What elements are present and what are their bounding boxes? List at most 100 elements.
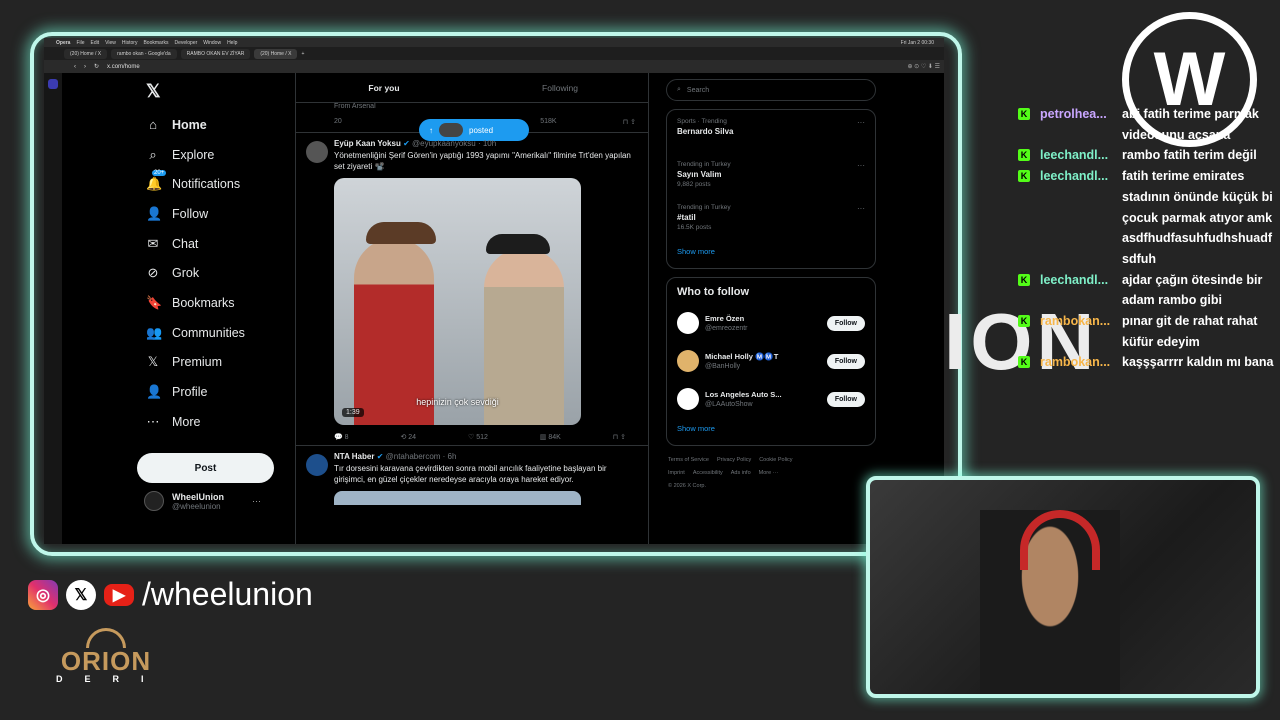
share-icon[interactable]: ⊓ ⇪ (613, 433, 626, 441)
nav-bookmarks[interactable]: 🔖 Bookmarks (142, 288, 312, 318)
menu-history[interactable]: History (122, 40, 138, 46)
menu-edit[interactable]: Edit (91, 40, 100, 46)
trend-name: Sayın Valim (677, 170, 722, 179)
footer-ads[interactable]: Ads info (731, 470, 751, 476)
more-icon[interactable]: ··· (252, 496, 261, 506)
menu-window[interactable]: Window (203, 40, 221, 46)
url-field[interactable]: x.com/home (107, 64, 899, 70)
workspace-icon[interactable] (48, 79, 58, 89)
x-logo-icon[interactable]: 𝕏 (146, 81, 312, 102)
footer-accessibility[interactable]: Accessibility (693, 470, 723, 476)
follow-suggestion[interactable]: Los Angeles Auto S... @LAAutoShow Follow (677, 380, 865, 418)
tab-3[interactable]: RAMBO OKAN EV ZİYAR (180, 48, 251, 59)
tab-1[interactable]: (20) Home / X (64, 48, 108, 59)
nav-premium-label: Premium (172, 355, 223, 370)
back-icon[interactable]: ‹ (74, 64, 76, 70)
tab-following[interactable]: Following (472, 73, 648, 102)
chat-text: rambo fatih terim değil (1122, 148, 1257, 163)
follow-suggestion[interactable]: Michael Holly Ⓜ️Ⓜ️T @BanHolly Follow (677, 342, 865, 380)
opera-sidebar (44, 73, 62, 544)
mail-icon: ✉ (147, 235, 159, 251)
tab-4[interactable]: (20) Home / X (254, 48, 298, 59)
nav-chat-label: Chat (172, 236, 199, 251)
more-icon[interactable]: ··· (857, 118, 865, 127)
chat-user: rambokan... (1040, 355, 1111, 370)
footer-privacy[interactable]: Privacy Policy (717, 457, 751, 463)
follow-button[interactable]: Follow (826, 353, 865, 369)
view-count[interactable]: 518K (540, 118, 556, 125)
video-player[interactable]: hepinizin çok sevdiği 1:39 (334, 178, 581, 425)
bell-icon: 🔔 20+ (146, 170, 167, 192)
profile-icon: 👤 (146, 384, 163, 400)
tab-bar: (20) Home / X rambo okan - Google'da RAM… (44, 47, 944, 60)
repost-button[interactable]: ⟲ 24 (400, 433, 416, 441)
follow-button[interactable]: Follow (826, 315, 865, 331)
trend-meta: Trending in Turkey (677, 204, 731, 211)
menu-help[interactable]: Help (227, 40, 237, 46)
footer-imprint[interactable]: Imprint (668, 470, 685, 476)
tab-2[interactable]: rambo okan - Google'da (111, 48, 177, 59)
chat-message: Kpetrolhea... abi fatih terime parmak vid… (1018, 104, 1280, 145)
nav-more[interactable]: ⋯ More (142, 407, 312, 437)
social-links: ◎ 𝕏 ▶ /wheelunion (28, 576, 313, 613)
tweet[interactable]: Eyüp Kaan Yoksu ✔ @eyupkaanyoksu · 10h Y… (296, 133, 648, 446)
new-tab-icon[interactable]: + (301, 51, 304, 57)
avatar (144, 491, 164, 511)
kick-icon: K (1018, 273, 1030, 286)
menu-app[interactable]: Opera (56, 40, 70, 46)
reply-count[interactable]: 20 (334, 118, 342, 125)
nav-grok[interactable]: ⊘ Grok (142, 258, 312, 288)
menu-bookmarks[interactable]: Bookmarks (143, 40, 168, 46)
nav-communities[interactable]: 👥 Communities (142, 318, 312, 348)
footer-links: Terms of Service Privacy Policy Cookie Pol… (666, 446, 876, 501)
search-icon: ⌕ (677, 86, 681, 93)
nav-follow[interactable]: 👤 Follow (142, 199, 312, 229)
home-icon: ⌂ (149, 117, 157, 133)
nav-chat[interactable]: ✉ Chat (142, 229, 312, 259)
chat-text: ajdar çağın ötesinde bir adam rambo gibi (1122, 272, 1263, 308)
trend-item[interactable]: Sports · Trending Bernardo Silva ··· (677, 112, 865, 155)
show-more-link[interactable]: Show more (677, 241, 865, 262)
follow-suggestion[interactable]: Emre Özen @emreozentr Follow (677, 304, 865, 342)
reload-icon[interactable]: ↻ (94, 63, 99, 70)
author-name[interactable]: NTA Haber (334, 452, 374, 461)
instagram-icon: ◎ (28, 579, 58, 610)
follow-button[interactable]: Follow (826, 391, 865, 407)
video-subtitle: hepinizin çok sevdiği (416, 397, 499, 407)
trend-item[interactable]: Trending in Turkey Sayın Valim 9,882 posts… (677, 155, 865, 198)
nav-profile[interactable]: 👤 Profile (142, 377, 312, 407)
forward-icon[interactable]: › (84, 64, 86, 70)
show-more-link[interactable]: Show more (677, 418, 865, 439)
communities-icon: 👥 (146, 324, 163, 340)
footer-terms[interactable]: Terms of Service (668, 457, 709, 463)
more-icon[interactable]: ··· (857, 161, 865, 170)
bookmark-icon[interactable]: ⊓ ⇪ (623, 118, 636, 126)
more-icon[interactable]: ··· (857, 204, 865, 213)
views-button[interactable]: ▥ 84K (540, 433, 561, 441)
search-input[interactable]: ⌕ Search (666, 79, 876, 101)
sponsor-subtitle: DERI (56, 674, 166, 684)
author-handle: @eyupkaanyoksu · 10h (412, 139, 497, 148)
reply-count: 8 (344, 434, 349, 441)
extensions-icon[interactable]: ⊕ ⊙ ♡ ⬇ ☰ (907, 63, 940, 70)
menu-developer[interactable]: Developer (174, 40, 197, 46)
menu-file[interactable]: File (76, 40, 84, 46)
nav-notifications[interactable]: 🔔 20+ Notifications (142, 169, 312, 199)
footer-cookie[interactable]: Cookie Policy (759, 457, 792, 463)
menu-view[interactable]: View (105, 40, 116, 46)
footer-more[interactable]: More ··· (759, 470, 779, 476)
nav-explore[interactable]: ⌕ Explore (142, 140, 312, 170)
nav-premium[interactable]: 𝕏 Premium (142, 348, 312, 378)
reply-button[interactable]: 💬 8 (334, 433, 349, 441)
account-switcher[interactable]: WheelUnion @wheelunion ··· (144, 491, 284, 511)
tab-for-you[interactable]: For you (296, 73, 472, 102)
tweet-image[interactable] (334, 491, 581, 505)
tweet[interactable]: NTA Haber ✔ @ntahabercom · 6h Tır dorses… (296, 446, 648, 505)
feed-tabs: For you Following (296, 73, 648, 103)
nav-home[interactable]: ⌂ Home (142, 110, 312, 140)
like-button[interactable]: ♡ 512 (468, 433, 488, 441)
chat-text: pınar git de rahat rahat küfür edeyim (1122, 314, 1258, 349)
post-button[interactable]: Post (137, 453, 274, 483)
author-name[interactable]: Eyüp Kaan Yoksu (334, 139, 401, 148)
trend-item[interactable]: Trending in Turkey #tatil 16.5K posts ··· (677, 198, 865, 241)
